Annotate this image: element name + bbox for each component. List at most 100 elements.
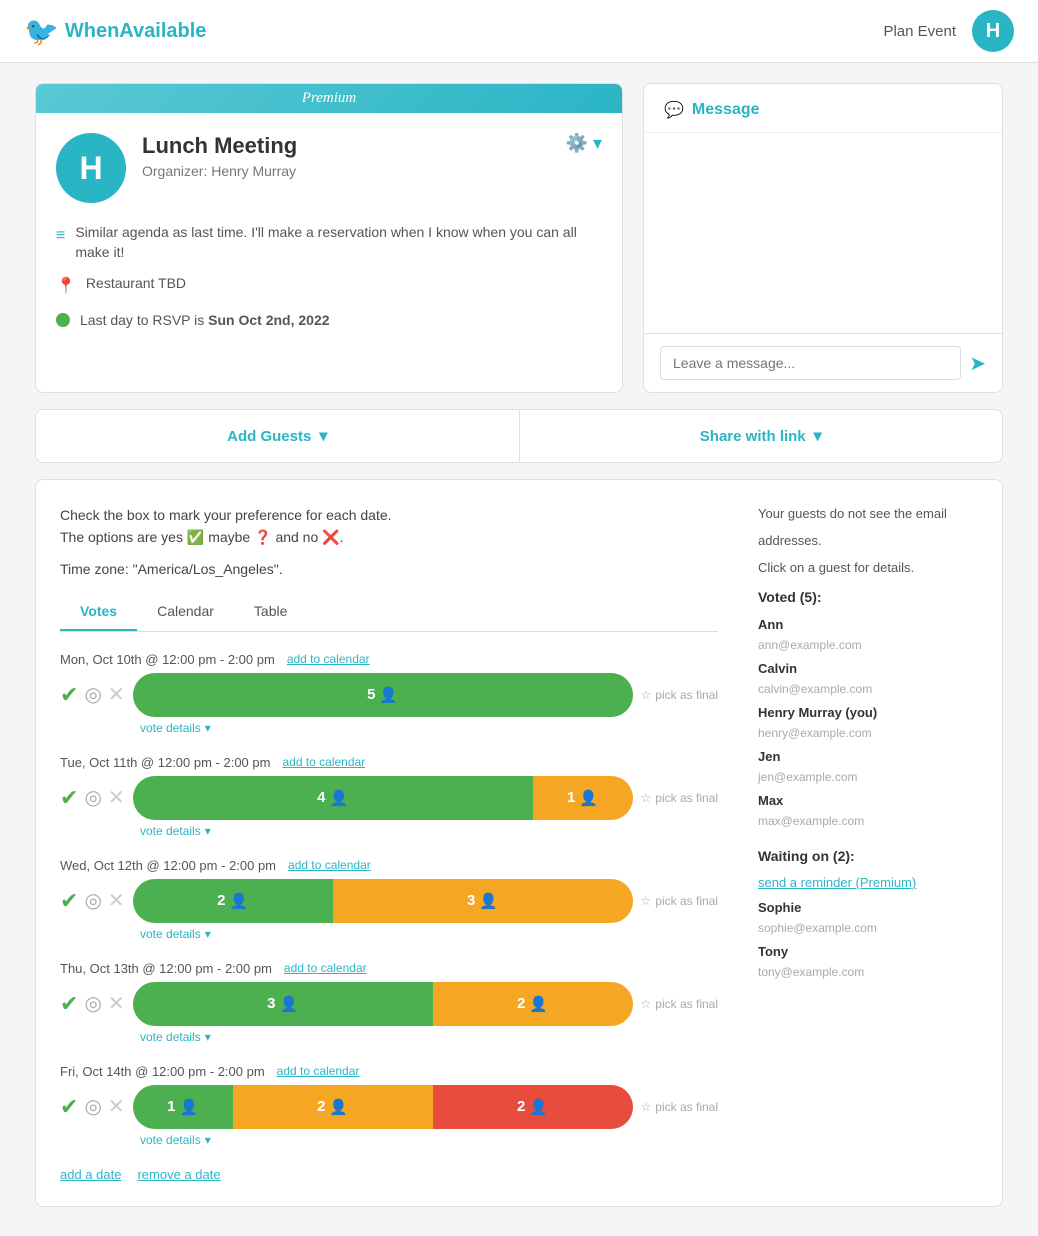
guest-name: Henry Murray (you) [758, 703, 978, 724]
date-label: Fri, Oct 14th @ 12:00 pm - 2:00 pm [60, 1064, 265, 1079]
vote-details-label: vote details [140, 927, 201, 941]
description-row: ≡ Similar agenda as last time. I'll make… [56, 223, 602, 262]
waiting-section: Waiting on (2): send a reminder (Premium… [758, 845, 978, 982]
reminder-link[interactable]: send a reminder (Premium) [758, 875, 916, 890]
guest-name: Tony [758, 942, 978, 963]
vote-yes-check[interactable]: ✔ [60, 991, 78, 1017]
send-button[interactable]: ➤ [969, 351, 986, 376]
tabs: Votes Calendar Table [60, 593, 718, 632]
event-header: H Lunch Meeting Organizer: Henry Murray … [56, 133, 602, 203]
share-link-button[interactable]: Share with link ▾ [520, 410, 1003, 462]
voted-guest[interactable]: Henry Murray (you)henry@example.com [758, 703, 978, 743]
vote-controls: ✔ ◎ ✕ 5 👤 ☆ pick as final [60, 673, 718, 717]
plan-event-button[interactable]: Plan Event [883, 23, 956, 40]
pick-final-label: pick as final [655, 894, 718, 908]
pick-final-label: pick as final [655, 791, 718, 805]
vote-yes-check[interactable]: ✔ [60, 785, 78, 811]
vote-maybe-icon[interactable]: ◎ [84, 785, 101, 810]
star-icon: ☆ [641, 791, 652, 805]
vote-no-x[interactable]: ✕ [108, 1094, 125, 1119]
premium-banner: Premium [36, 84, 622, 113]
add-to-calendar-link[interactable]: add to calendar [284, 961, 367, 975]
event-card-body: H Lunch Meeting Organizer: Henry Murray … [36, 113, 622, 362]
pick-as-final-button[interactable]: ☆ pick as final [641, 997, 718, 1011]
vote-maybe-icon[interactable]: ◎ [84, 1094, 101, 1119]
person-icon-green: 👤 [379, 686, 398, 704]
green-bar: 5 👤 [133, 673, 633, 717]
vote-maybe-icon[interactable]: ◎ [84, 682, 101, 707]
waiting-guest[interactable]: Sophiesophie@example.com [758, 898, 978, 938]
tab-votes[interactable]: Votes [60, 593, 137, 631]
tab-calendar[interactable]: Calendar [137, 593, 234, 631]
vote-no-x[interactable]: ✕ [108, 682, 125, 707]
add-to-calendar-link[interactable]: add to calendar [282, 755, 365, 769]
vote-maybe-icon[interactable]: ◎ [84, 888, 101, 913]
voted-guest[interactable]: Calvincalvin@example.com [758, 659, 978, 699]
pick-as-final-button[interactable]: ☆ pick as final [641, 791, 718, 805]
message-header: 💬 Message [644, 84, 1002, 133]
vote-details-toggle[interactable]: vote details ▾ [140, 824, 718, 838]
guest-name: Calvin [758, 659, 978, 680]
bottom-links: add a date remove a date [60, 1167, 718, 1182]
pick-as-final-button[interactable]: ☆ pick as final [641, 688, 718, 702]
guest-email: tony@example.com [758, 963, 978, 982]
vote-icons: ✔ ◎ ✕ [60, 1094, 125, 1120]
vote-no-x[interactable]: ✕ [108, 785, 125, 810]
green-bar: 2 👤 [133, 879, 333, 923]
remove-date-link[interactable]: remove a date [137, 1167, 220, 1182]
share-link-label: Share with link [700, 428, 806, 445]
main-container: Premium H Lunch Meeting Organizer: Henry… [19, 83, 1019, 1207]
message-input[interactable] [660, 346, 961, 380]
settings-button[interactable]: ⚙️ ▾ [566, 133, 602, 154]
chevron-down-icon: ▾ [319, 426, 327, 446]
date-row: Fri, Oct 14th @ 12:00 pm - 2:00 pm add t… [60, 1064, 718, 1147]
description-text: Similar agenda as last time. I'll make a… [75, 223, 602, 262]
add-to-calendar-link[interactable]: add to calendar [277, 1064, 360, 1078]
guest-email: calvin@example.com [758, 680, 978, 699]
add-date-link[interactable]: add a date [60, 1167, 121, 1182]
vote-details-label: vote details [140, 721, 201, 735]
rsvp-text: Last day to RSVP is Sun Oct 2nd, 2022 [80, 311, 330, 331]
vote-maybe-icon[interactable]: ◎ [84, 991, 101, 1016]
logo: 🐦 WhenAvailable [24, 15, 206, 48]
user-avatar[interactable]: H [972, 10, 1014, 52]
add-to-calendar-link[interactable]: add to calendar [287, 652, 370, 666]
vote-no-x[interactable]: ✕ [108, 888, 125, 913]
voted-guest[interactable]: Annann@example.com [758, 615, 978, 655]
vote-bar: 2 👤3 👤 [133, 879, 633, 923]
message-body [644, 133, 1002, 333]
pick-as-final-button[interactable]: ☆ pick as final [641, 1100, 718, 1114]
vote-details-label: vote details [140, 1030, 201, 1044]
vote-details-toggle[interactable]: vote details ▾ [140, 1030, 718, 1044]
chevron-down-small-icon: ▾ [205, 721, 211, 735]
vote-yes-check[interactable]: ✔ [60, 888, 78, 914]
tab-table[interactable]: Table [234, 593, 307, 631]
add-to-calendar-link[interactable]: add to calendar [288, 858, 371, 872]
voting-section: Check the box to mark your preference fo… [35, 479, 1003, 1207]
vote-details-toggle[interactable]: vote details ▾ [140, 721, 718, 735]
check-emoji: ✅ [187, 529, 208, 545]
pick-as-final-button[interactable]: ☆ pick as final [641, 894, 718, 908]
vote-yes-check[interactable]: ✔ [60, 1094, 78, 1120]
waiting-guests-container: Sophiesophie@example.comTonytony@example… [758, 898, 978, 982]
vote-no-x[interactable]: ✕ [108, 991, 125, 1016]
top-row: Premium H Lunch Meeting Organizer: Henry… [35, 83, 1003, 393]
guest-name: Jen [758, 747, 978, 768]
vote-bar: 3 👤2 👤 [133, 982, 633, 1026]
rsvp-date: Sun Oct 2nd, 2022 [208, 312, 329, 328]
instruction-line-1: Check the box to mark your preference fo… [60, 504, 718, 526]
header: 🐦 WhenAvailable Plan Event H [0, 0, 1038, 63]
waiting-guest[interactable]: Tonytony@example.com [758, 942, 978, 982]
vote-details-toggle[interactable]: vote details ▾ [140, 927, 718, 941]
vote-yes-check[interactable]: ✔ [60, 682, 78, 708]
add-guests-button[interactable]: Add Guests ▾ [36, 410, 519, 462]
voted-title: Voted (5): [758, 586, 978, 608]
voted-guest[interactable]: Jenjen@example.com [758, 747, 978, 787]
privacy-note-2: addresses. [758, 531, 978, 552]
location-text: Restaurant TBD [86, 274, 186, 294]
green-bar: 4 👤 [133, 776, 533, 820]
voted-section: Voted (5): Annann@example.comCalvincalvi… [758, 586, 978, 830]
voted-guest[interactable]: Maxmax@example.com [758, 791, 978, 831]
vote-details-toggle[interactable]: vote details ▾ [140, 1133, 718, 1147]
yellow-bar: 3 👤 [333, 879, 633, 923]
